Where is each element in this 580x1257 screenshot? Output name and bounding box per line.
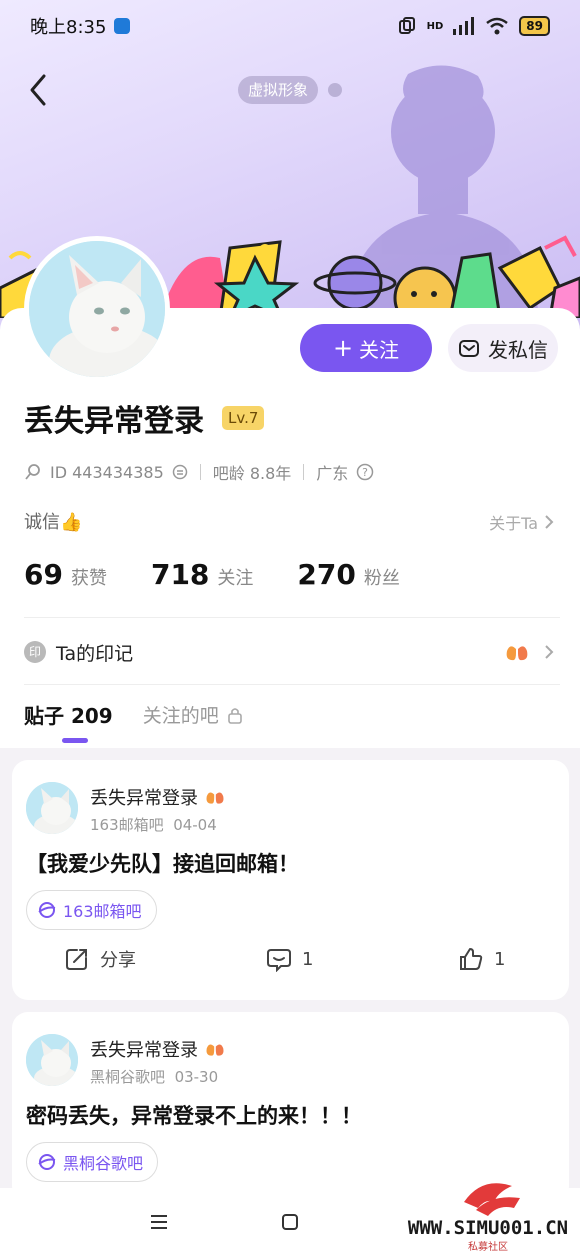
share-action[interactable]: 分享	[64, 946, 136, 972]
like-action[interactable]: 1	[458, 946, 505, 972]
planet-icon	[38, 1154, 56, 1170]
post-title[interactable]: 密码丢失，异常登录不上的来！！！	[26, 1100, 362, 1130]
divider	[24, 684, 560, 685]
planet-icon	[38, 902, 56, 918]
lungs-badge-icon	[206, 1041, 224, 1056]
share-icon	[66, 949, 87, 970]
status-time: 晚上8:35	[30, 17, 107, 38]
tab-posts[interactable]: 贴子 209	[24, 700, 113, 729]
author-avatar[interactable]	[26, 1034, 78, 1086]
mark-label: Ta的印记	[56, 642, 134, 665]
copy-icon[interactable]	[172, 464, 188, 480]
stat-likes[interactable]: 69 获赞	[24, 558, 107, 591]
battery-indicator: 89	[519, 16, 550, 36]
menu-icon[interactable]	[148, 1212, 170, 1232]
mail-icon	[459, 340, 479, 357]
level-badge[interactable]: Lv.7	[222, 406, 265, 430]
lungs-badge-icon	[206, 789, 224, 804]
user-name: 丢失异常登录	[24, 404, 204, 439]
chevron-right-icon	[545, 645, 554, 659]
profile-avatar[interactable]	[24, 236, 170, 382]
cat-avatar-image	[29, 241, 165, 377]
lock-icon	[227, 707, 242, 724]
user-stats: 69 获赞 718 关注 270 粉丝	[24, 558, 400, 591]
follow-button[interactable]: + 关注	[300, 324, 432, 372]
post-title[interactable]: 【我爱少先队】接追回邮箱！	[26, 848, 299, 878]
about-link[interactable]: 关于Ta	[489, 510, 554, 534]
profile-meta: ID 443434385 吧龄 8.8年 广东 ?	[24, 460, 374, 484]
forum-tag[interactable]: 黑桐谷歌吧	[26, 1142, 159, 1182]
author-avatar[interactable]	[26, 782, 78, 834]
comment-action[interactable]: 1	[266, 946, 313, 972]
back-icon[interactable]	[24, 72, 54, 108]
virtual-avatar-tag[interactable]: 虚拟形象	[238, 76, 319, 104]
dual-sim-icon	[398, 17, 415, 34]
watermark-site: WWW.SIMU001.CN	[408, 1217, 568, 1239]
bar-age: 吧龄 8.8年	[212, 464, 292, 483]
user-location: 广东	[316, 464, 349, 483]
watermark-logo: WWW.SIMU001.CN 私募社区	[408, 1183, 568, 1253]
notification-icon	[114, 18, 131, 34]
home-icon[interactable]	[280, 1212, 300, 1232]
watermark-sub: 私募社区	[468, 1240, 508, 1253]
credit-label[interactable]: 诚信👍	[24, 508, 82, 534]
forum-tag[interactable]: 163邮箱吧	[26, 890, 157, 930]
status-bar: 晚上8:35 HD 89	[30, 14, 550, 38]
network-type: HD	[426, 20, 444, 32]
post-meta: 163邮箱吧 04-04	[90, 816, 217, 834]
plus-icon: +	[332, 334, 354, 362]
search-icon[interactable]	[24, 463, 42, 481]
post-author[interactable]: 丢失异常登录	[90, 784, 226, 810]
meta-divider	[199, 464, 201, 480]
message-button[interactable]: 发私信	[448, 324, 558, 372]
signal-icon	[453, 17, 475, 35]
mark-row[interactable]: 印 Ta的印记	[24, 636, 554, 668]
stat-fans[interactable]: 270 粉丝	[297, 558, 399, 591]
lungs-badge-icon	[506, 643, 528, 661]
tab-followed-bars[interactable]: 关注的吧	[143, 701, 243, 728]
svg-text:?: ?	[362, 466, 368, 479]
post-meta: 黑桐谷歌吧 03-30	[90, 1068, 219, 1086]
meta-divider	[303, 464, 305, 480]
tab-indicator	[62, 738, 88, 743]
post-author[interactable]: 丢失异常登录	[90, 1036, 226, 1062]
like-icon	[460, 948, 483, 970]
mark-badge-icon: 印	[24, 641, 46, 663]
user-id: ID 443434385	[50, 462, 164, 482]
stat-following[interactable]: 718 关注	[151, 558, 253, 591]
divider	[24, 617, 560, 618]
wifi-icon	[486, 17, 509, 35]
help-icon[interactable]: ?	[356, 463, 374, 481]
chevron-right-icon	[545, 515, 554, 529]
profile-tabs: 贴子 209 关注的吧	[24, 700, 243, 729]
comment-icon	[267, 949, 291, 972]
post-card[interactable]: 丢失异常登录 163邮箱吧 04-04 【我爱少先队】接追回邮箱！ 163邮箱吧…	[12, 760, 569, 1000]
